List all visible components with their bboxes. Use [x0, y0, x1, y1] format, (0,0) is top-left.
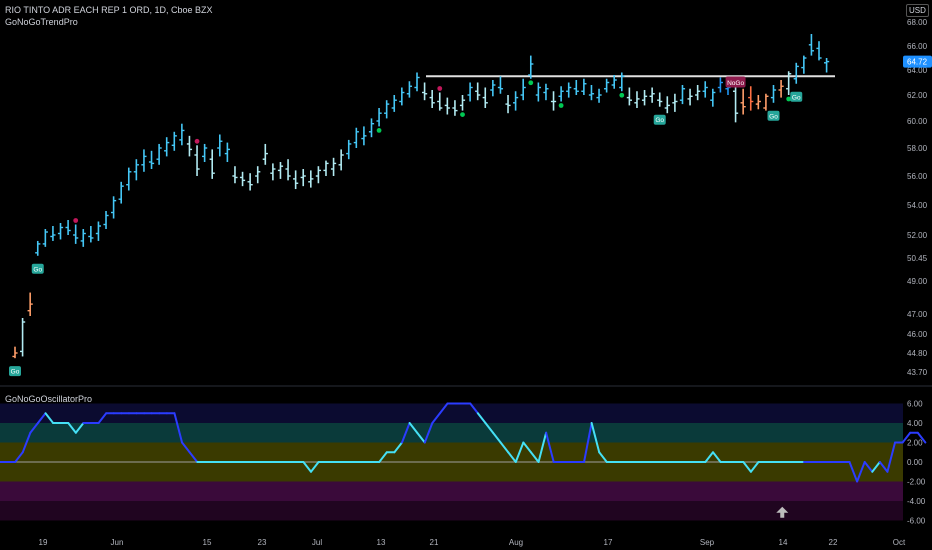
time-tick-label: Oct	[893, 538, 906, 547]
oscillator-indicator-label[interactable]: GoNoGoOscillatorPro	[5, 394, 92, 404]
osc-band	[0, 481, 903, 501]
time-tick-label: 19	[39, 538, 48, 547]
price-tick-label: 43.70	[907, 368, 928, 377]
osc-tick-label: 2.00	[907, 439, 923, 448]
go-label-text: Go	[769, 113, 778, 120]
time-tick-label: 13	[377, 538, 386, 547]
go-label[interactable]: Go	[653, 114, 666, 125]
trend-dot	[528, 80, 534, 86]
osc-band	[0, 423, 903, 443]
trend-dot	[437, 86, 443, 91]
nogo-label-text: NoGo	[727, 80, 744, 87]
price-tick-label: 44.80	[907, 349, 928, 358]
symbol-title[interactable]: RIO TINTO ADR EACH REP 1 ORD, 1D, Cboe B…	[5, 5, 213, 15]
time-tick-label: 14	[779, 538, 788, 547]
go-label-text: Go	[11, 369, 20, 376]
go-label[interactable]: Go	[790, 91, 803, 102]
osc-tick-label: -4.00	[907, 497, 926, 506]
trend-dot	[194, 138, 200, 144]
price-tick-label: 62.00	[907, 91, 928, 100]
go-label-text: Go	[655, 117, 664, 124]
price-tick-label: 52.00	[907, 231, 928, 240]
time-tick-label: Sep	[700, 538, 715, 547]
price-tick-label: 46.00	[907, 330, 928, 339]
price-tick-label: 54.00	[907, 201, 928, 210]
go-label[interactable]: Go	[31, 263, 44, 274]
time-tick-label: Aug	[509, 538, 523, 547]
time-tick-label: 15	[203, 538, 212, 547]
price-tag-text: 64.72	[907, 58, 928, 67]
osc-tick-label: 0.00	[907, 458, 923, 467]
osc-tick-label: -6.00	[907, 517, 926, 526]
time-tick-label: 21	[430, 538, 439, 547]
price-tick-label: 60.00	[907, 117, 928, 126]
osc-tick-label: -2.00	[907, 478, 926, 487]
trend-dot	[73, 218, 79, 223]
osc-tick-label: 4.00	[907, 419, 923, 428]
time-tick-label: Jul	[312, 538, 322, 547]
time-tick-label: 22	[829, 538, 838, 547]
price-tick-label: 58.00	[907, 144, 928, 153]
trend-dot	[460, 112, 465, 117]
current-price-tag[interactable]: 64.72	[903, 55, 932, 68]
go-label-text: Go	[33, 266, 42, 273]
currency-badge[interactable]: USD	[906, 4, 929, 17]
trend-dot	[376, 127, 382, 133]
trend-dot	[558, 103, 564, 108]
osc-band	[0, 501, 903, 521]
nogo-label[interactable]: NoGo	[725, 76, 746, 88]
time-tick-label: 23	[258, 538, 267, 547]
trend-indicator-label[interactable]: GoNoGoTrendPro	[5, 17, 78, 27]
price-tick-label: 66.00	[907, 42, 928, 51]
time-tick-label: Jun	[111, 538, 124, 547]
price-tick-label: 49.00	[907, 277, 928, 286]
oscillator-panel: 6.00 4.00 2.00 0.00 -2.00 -4.00 -6.00	[0, 400, 927, 526]
price-tick-label: 50.45	[907, 254, 928, 263]
time-tick-label: 17	[604, 538, 613, 547]
go-label-text: Go	[792, 94, 801, 101]
go-label[interactable]: Go	[9, 366, 21, 377]
go-label[interactable]: Go	[767, 110, 780, 121]
chart-canvas: 43.70 44.80 46.00 47.00 49.00 50.45 52.00 54.00…	[0, 0, 932, 550]
price-tick-label: 68.00	[907, 18, 928, 27]
trend-dot	[619, 92, 625, 98]
osc-tick-label: 6.00	[907, 400, 923, 409]
price-tick-label: 47.00	[907, 310, 928, 319]
price-tick-label: 56.00	[907, 172, 928, 181]
